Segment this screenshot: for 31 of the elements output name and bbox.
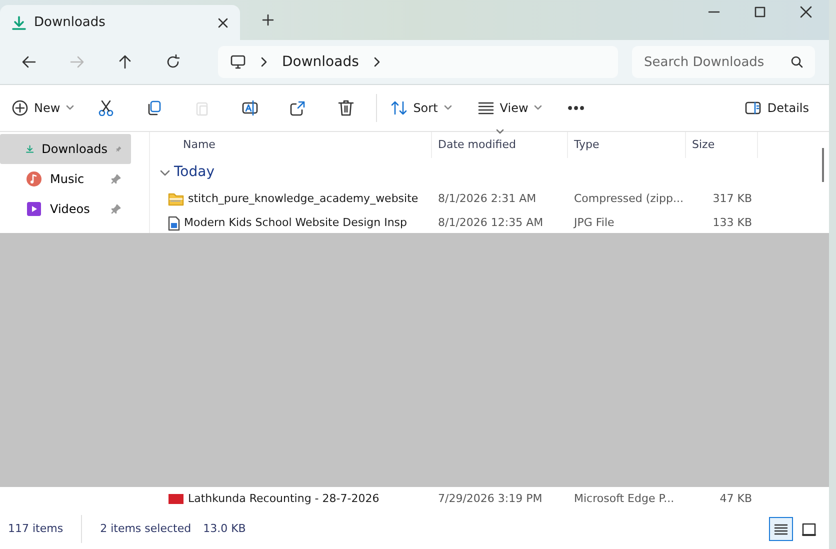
date-cell-text: 8/1/2026 12:35 AM [437, 214, 544, 231]
column-header[interactable]: Size [686, 132, 758, 158]
size-cell-text: 133 KB [712, 214, 753, 231]
file-name[interactable]: Lathkunda Recounting - 28-7-2026 [156, 490, 432, 508]
sidebar-item[interactable]: Downloads [0, 134, 131, 164]
sidebar-item[interactable]: Music [0, 164, 131, 194]
sort-button[interactable]: Sort [383, 91, 460, 125]
sidebar-item[interactable]: Videos [0, 194, 131, 224]
date-cell-text: 8/1/2026 2:31 AM [437, 190, 538, 207]
type-cell-text: JPG File [572, 214, 616, 231]
view-button[interactable]: View [470, 91, 550, 125]
type-cell-text: Compressed (zipp... [573, 190, 684, 207]
group-header[interactable]: Today [156, 158, 218, 187]
tab-title: Downloads [34, 14, 106, 32]
new-button[interactable]: New [4, 91, 82, 125]
size-cell-text: 47 KB [718, 490, 753, 507]
search-field[interactable]: Search Downloads [632, 46, 815, 78]
column-header[interactable]: Name [156, 132, 432, 158]
selection-size: 13.0 KB [203, 520, 246, 537]
date-cell-text: 7/29/2026 3:19 PM [437, 490, 544, 507]
details-button[interactable]: Details [737, 91, 817, 125]
file-name[interactable]: stitch_pure_knowledge_academy_website [156, 190, 432, 208]
item-count: 117 items [8, 520, 64, 537]
breadcrumb-link[interactable]: Downloads [282, 52, 359, 72]
column-header[interactable]: Date modified [432, 132, 568, 158]
file-name[interactable]: Modern Kids School Website Design Insp [156, 214, 432, 232]
type-cell-text: Microsoft Edge P... [573, 490, 676, 507]
size-cell-text: 317 KB [712, 190, 753, 207]
browser-tab[interactable]: Downloads [0, 5, 240, 40]
column-header[interactable]: Type [568, 132, 686, 158]
selection-count: 2 items selected [100, 520, 192, 537]
